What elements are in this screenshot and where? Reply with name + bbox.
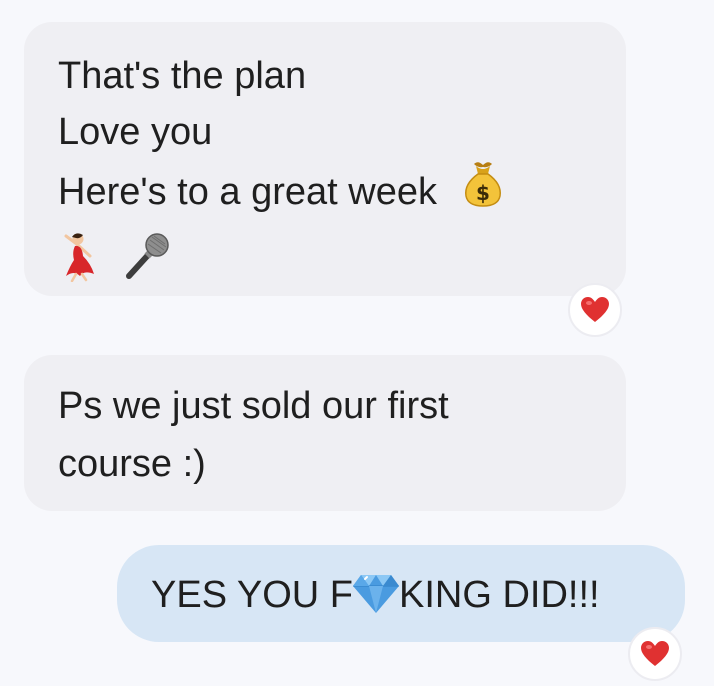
message-line: That's the plan [58, 55, 307, 97]
red-heart-icon [641, 641, 669, 666]
message-text-end: KING DID!!! [399, 574, 600, 616]
emoji-line [58, 230, 592, 298]
gem-stone-icon [351, 571, 401, 613]
svg-text:$: $ [476, 181, 490, 205]
message-bubble-outgoing[interactable]: YES YOU F KING DID!!! [117, 545, 685, 642]
message-bubble-incoming[interactable]: Ps we just sold our first course :) [24, 355, 626, 511]
message-line-text: Here's to a great week [58, 171, 437, 214]
reaction-badge[interactable] [568, 283, 622, 337]
message-bubble-incoming[interactable]: That's the plan Love you Here's to a gre… [24, 22, 626, 296]
money-bag-icon: $ [458, 156, 508, 224]
reaction-badge[interactable] [628, 627, 682, 681]
message-text-start: YES YOU F [151, 574, 354, 616]
dancer-icon [58, 230, 102, 298]
red-heart-icon [581, 297, 609, 322]
message-line: Ps we just sold our first [58, 385, 449, 427]
message-line: Here's to a great week $ [58, 160, 592, 228]
microphone-icon [121, 230, 171, 298]
conversation-view: That's the plan Love you Here's to a gre… [0, 0, 714, 686]
message-line: Love you [58, 111, 213, 153]
message-line: course :) [58, 443, 206, 485]
